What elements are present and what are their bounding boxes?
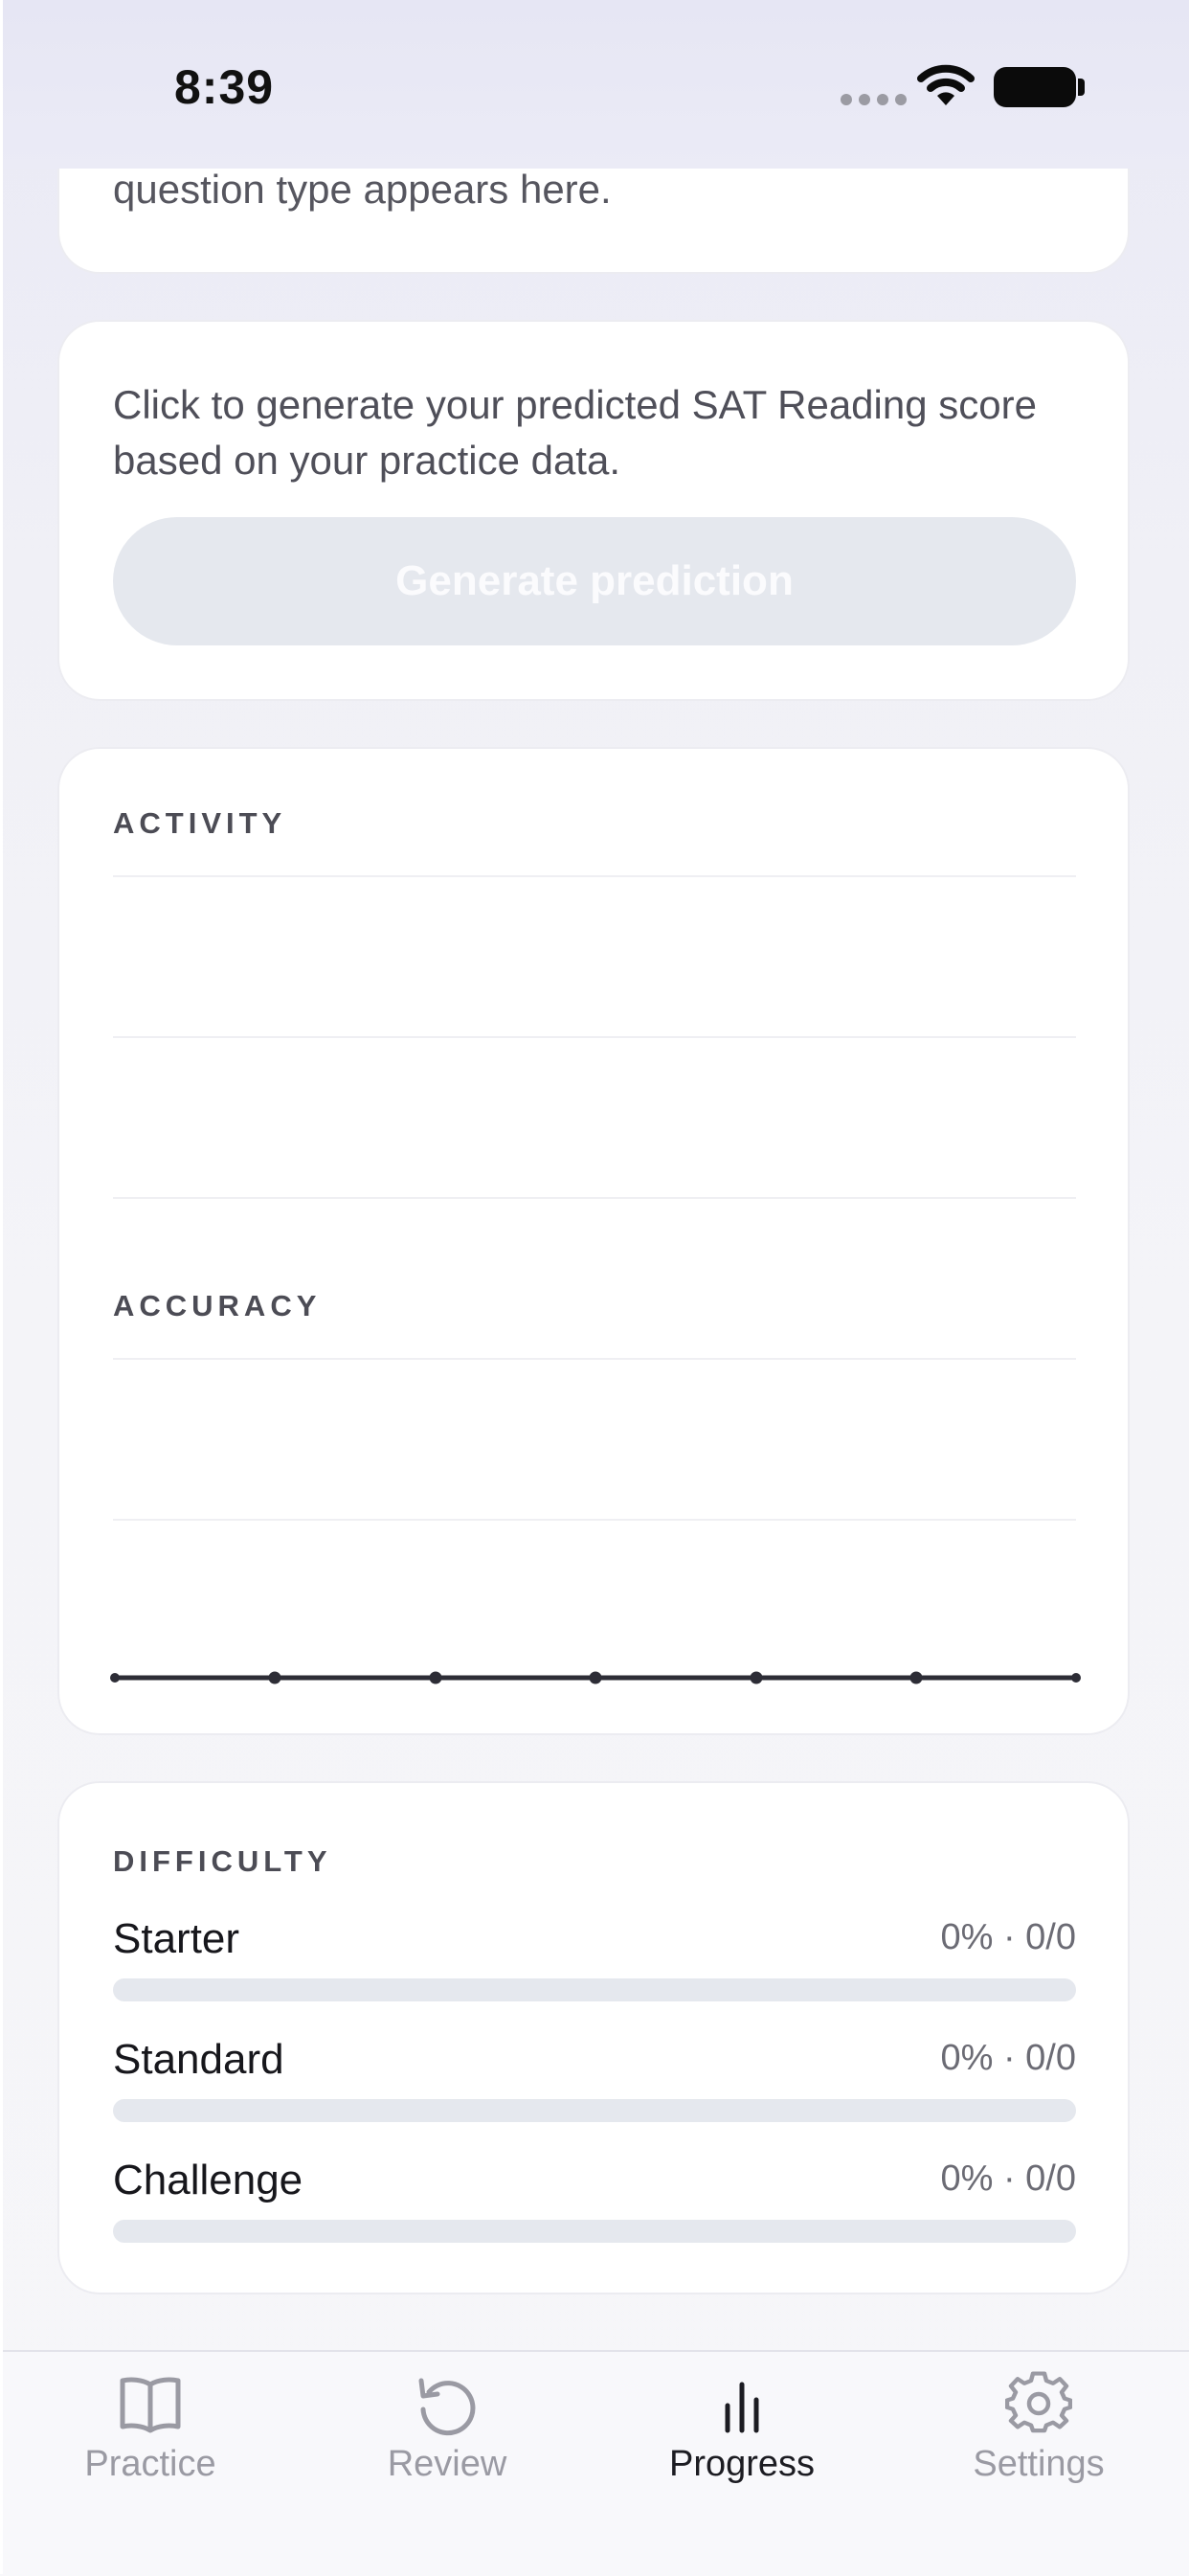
tab-label: Practice xyxy=(84,2444,216,2484)
accuracy-point xyxy=(429,1671,442,1684)
wifi-icon xyxy=(917,64,975,105)
battery-icon xyxy=(994,67,1076,107)
battery-cap xyxy=(1078,79,1085,96)
difficulty-row-challenge: Challenge 0% · 0/0 xyxy=(113,2157,1076,2252)
tab-review[interactable]: Review xyxy=(299,2371,595,2505)
difficulty-stat: 0% · 0/0 xyxy=(940,1917,1076,1957)
prediction-card: Click to generate your predicted SAT Rea… xyxy=(57,320,1130,701)
tab-label: Review xyxy=(387,2444,507,2484)
status-time: 8:39 xyxy=(174,60,275,114)
difficulty-stat: 0% · 0/0 xyxy=(940,2038,1076,2078)
difficulty-name: Starter xyxy=(113,1915,240,1962)
difficulty-row-starter: Starter 0% · 0/0 xyxy=(113,1915,1076,2011)
generate-prediction-button[interactable]: Generate prediction xyxy=(113,517,1076,645)
tab-practice[interactable]: Practice xyxy=(2,2371,299,2505)
history-icon xyxy=(418,2378,476,2436)
activity-gridline xyxy=(113,875,1076,877)
book-icon xyxy=(120,2377,181,2433)
tab-bar: Practice Review Progress Settings xyxy=(0,2350,1189,2576)
screen-edge xyxy=(0,0,3,2574)
tab-label: Progress xyxy=(668,2444,816,2484)
bar-chart-icon xyxy=(725,2382,759,2433)
difficulty-progress-track xyxy=(113,2099,1076,2122)
difficulty-name: Challenge xyxy=(113,2157,303,2203)
status-bar: 8:39 xyxy=(0,0,1189,169)
gear-icon xyxy=(1005,2371,1072,2433)
accuracy-point xyxy=(750,1671,763,1684)
difficulty-name: Standard xyxy=(113,2036,284,2083)
difficulty-progress-track xyxy=(113,2220,1076,2243)
accuracy-point xyxy=(1071,1673,1081,1683)
tab-label: Settings xyxy=(973,2444,1105,2484)
accuracy-gridline xyxy=(113,1358,1076,1360)
difficulty-card: DIFFICULTY Starter 0% · 0/0 Standard 0% … xyxy=(57,1781,1130,2294)
tab-settings[interactable]: Settings xyxy=(890,2371,1187,2505)
accuracy-point xyxy=(268,1671,281,1684)
question-type-text: question type appears here. xyxy=(113,167,612,212)
accuracy-gridline xyxy=(113,1519,1076,1521)
cellular-signal-icon xyxy=(841,94,907,105)
difficulty-row-standard: Standard 0% · 0/0 xyxy=(113,2036,1076,2132)
difficulty-label: DIFFICULTY xyxy=(113,1844,332,1878)
activity-gridline xyxy=(113,1197,1076,1199)
prediction-description: Click to generate your predicted SAT Rea… xyxy=(113,382,1037,483)
activity-label: ACTIVITY xyxy=(113,806,287,840)
accuracy-point xyxy=(909,1671,923,1684)
accuracy-chart xyxy=(110,1671,1081,1684)
difficulty-progress-track xyxy=(113,1978,1076,2001)
activity-gridline xyxy=(113,1036,1076,1038)
tab-progress[interactable]: Progress xyxy=(594,2371,890,2505)
difficulty-stat: 0% · 0/0 xyxy=(940,2158,1076,2199)
accuracy-label: ACCURACY xyxy=(113,1289,322,1322)
accuracy-point xyxy=(589,1671,602,1684)
accuracy-point xyxy=(110,1673,120,1683)
charts-card: ACTIVITY ACCURACY xyxy=(57,747,1130,1735)
